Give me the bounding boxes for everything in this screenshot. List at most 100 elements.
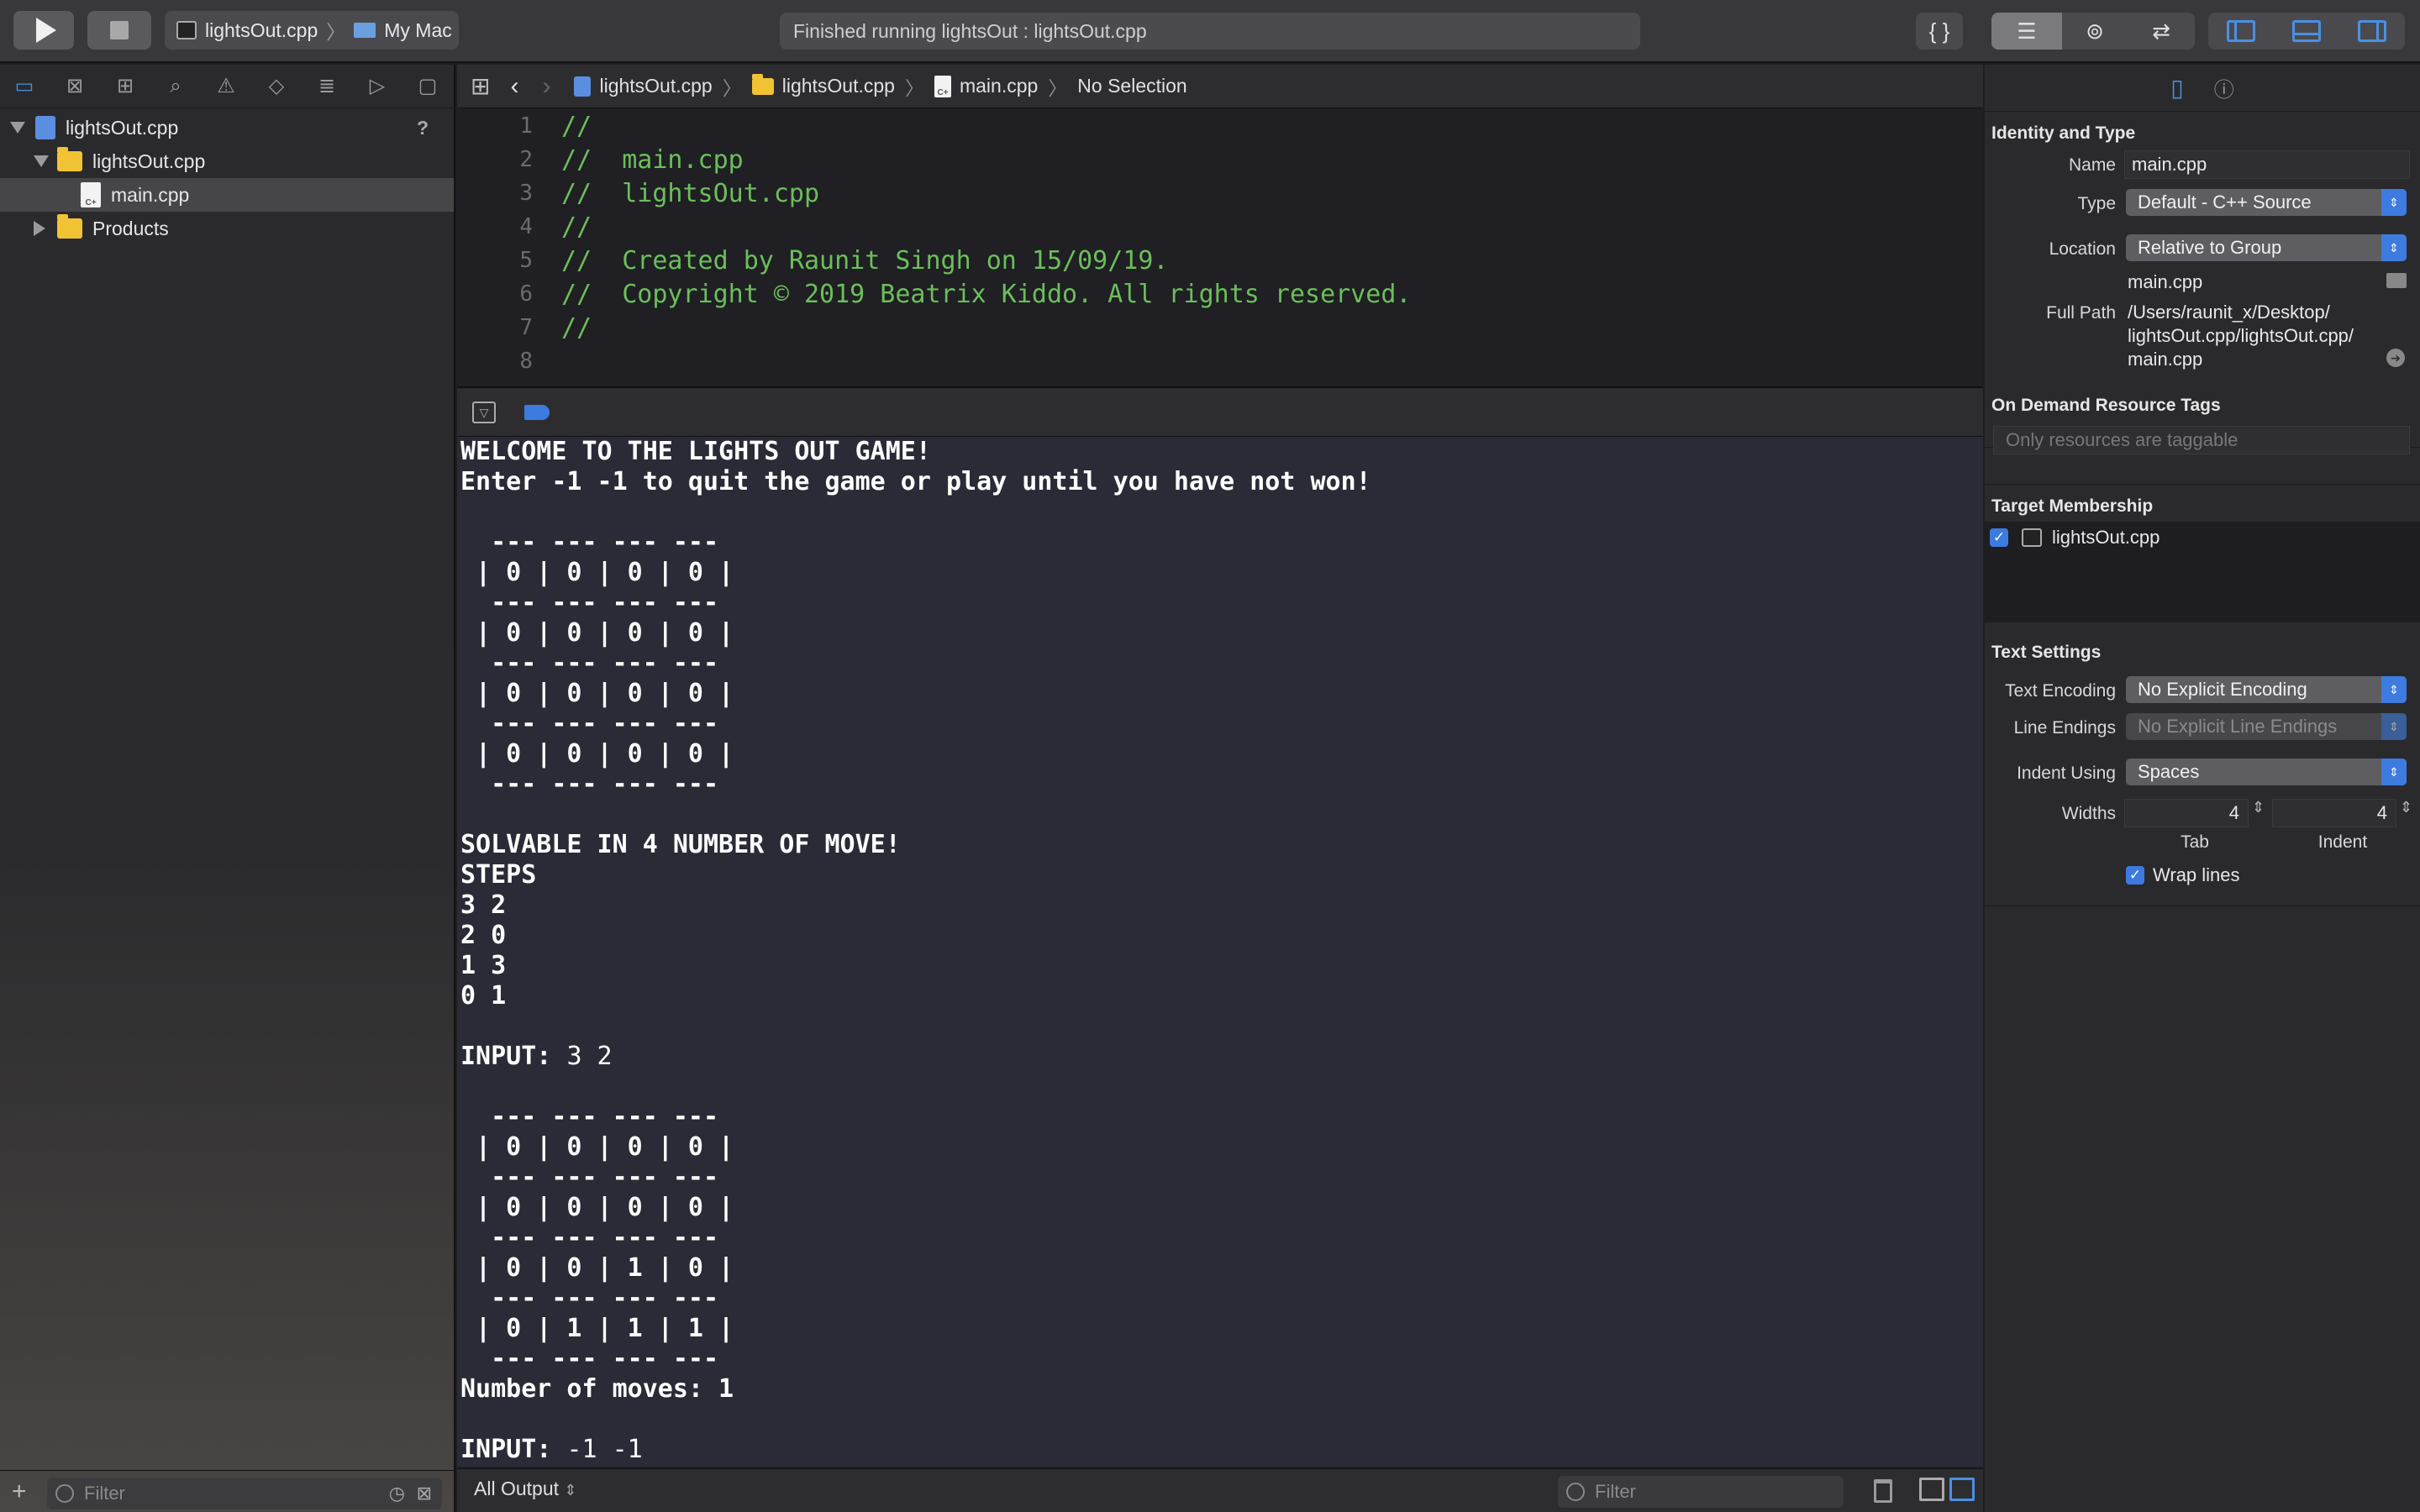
disclosure-down-icon[interactable] <box>34 155 49 167</box>
indent-width-stepper[interactable]: ⇕ <box>2400 799 2412 816</box>
tree-item-main-cpp[interactable]: C+ main.cpp <box>0 178 454 212</box>
breadcrumb-project[interactable]: lightsOut.cpp <box>574 75 713 97</box>
debug-icon[interactable]: ≣ <box>314 74 339 99</box>
hide-debug-area-icon[interactable]: ▽ <box>472 402 496 423</box>
widths-label: Widths <box>2061 804 2116 823</box>
console-text: --- --- --- --- <box>460 528 719 557</box>
line-endings-popup[interactable]: No Explicit Line Endings ⇕ <box>2126 713 2407 740</box>
breakpoint-icon[interactable]: ▷ <box>365 74 390 99</box>
clock-icon[interactable]: ◷ <box>389 1483 405 1504</box>
breadcrumb-symbol[interactable]: No Selection <box>1077 75 1186 97</box>
indent-caption: Indent <box>2317 832 2368 852</box>
scheme-target: lightsOut.cpp <box>205 18 318 41</box>
symbol-icon[interactable]: ⊞ <box>113 74 138 99</box>
tree-item-label: lightsOut.cpp <box>92 150 206 172</box>
version-editor-button[interactable]: ⇄ <box>2128 13 2195 50</box>
breakpoints-toggle-icon[interactable] <box>524 405 550 420</box>
console-line: 2 0 <box>460 921 1983 951</box>
stop-button[interactable] <box>87 11 151 50</box>
encoding-popup[interactable]: No Explicit Encoding ⇕ <box>2126 676 2407 703</box>
show-variables-view-icon[interactable] <box>1919 1478 1944 1501</box>
tab-width-value: 4 <box>2228 802 2239 823</box>
toggle-navigator-button[interactable] <box>2208 13 2274 50</box>
console-line: INPUT: 3 2 <box>460 1042 1983 1072</box>
indent-using-popup[interactable]: Spaces ⇕ <box>2126 759 2407 785</box>
standard-editor-button[interactable]: ☰ <box>1991 13 2062 50</box>
console-text: | 0 | 0 | 0 | 0 | <box>460 679 734 708</box>
code-comment: // <box>561 212 592 242</box>
forward-arrow-icon[interactable]: › <box>542 72 550 101</box>
tree-item-project[interactable]: lightsOut.cpp ? <box>0 111 454 144</box>
wrap-lines-label: Wrap lines <box>2153 864 2240 885</box>
type-popup[interactable]: Default - C++ Source ⇕ <box>2126 189 2407 216</box>
target-name: lightsOut.cpp <box>2052 527 2160 548</box>
location-file: main.cpp <box>2128 271 2203 292</box>
activity-view: Finished running lightsOut : lightsOut.c… <box>780 13 1640 50</box>
up-down-chevron-icon: ⇕ <box>564 1482 577 1499</box>
issue-icon[interactable]: ⚠ <box>213 74 239 99</box>
tags-field[interactable]: Only resources are taggable <box>1993 426 2410 454</box>
tree-item-group[interactable]: lightsOut.cpp <box>0 144 454 178</box>
console-filter-input[interactable]: Filter <box>1558 1476 1844 1508</box>
folder-icon[interactable] <box>2386 273 2407 288</box>
folder-icon[interactable]: ▭ <box>12 74 37 99</box>
tab-width-field[interactable]: 4 <box>2124 799 2249 827</box>
console-line: --- --- --- --- <box>460 1163 1983 1193</box>
scheme-selector[interactable]: lightsOut.cpp 〉 My Mac <box>165 11 459 50</box>
location-popup[interactable]: Relative to Group ⇕ <box>2126 234 2407 261</box>
run-button[interactable] <box>13 11 74 50</box>
reveal-arrow-icon[interactable]: ➔ <box>2386 349 2405 367</box>
console-text: | 0 | 0 | 0 | 0 | <box>460 739 734 769</box>
up-down-chevron-icon: ⇕ <box>2381 759 2407 785</box>
source-control-icon[interactable]: ⊠ <box>62 74 87 99</box>
console-text: WELCOME TO THE LIGHTS OUT GAME! <box>460 437 931 466</box>
console-input-value: 3 2 <box>566 1042 613 1071</box>
library-button[interactable]: { } <box>1916 13 1963 50</box>
find-icon[interactable]: ⌕ <box>163 74 188 99</box>
breadcrumb-group[interactable]: lightsOut.cpp <box>751 73 895 97</box>
console-text: --- --- --- --- <box>460 1223 719 1252</box>
wrap-lines-checkbox[interactable]: ✓ <box>2126 866 2144 885</box>
console-line: 1 3 <box>460 951 1983 981</box>
console-line: SOLVABLE IN 4 NUMBER OF MOVE! <box>460 830 1983 860</box>
line-endings-value: No Explicit Line Endings <box>2138 716 2338 737</box>
related-items-icon[interactable]: ⊞ <box>471 72 490 100</box>
show-console-icon[interactable] <box>1949 1478 1975 1501</box>
back-arrow-icon[interactable]: ‹ <box>510 72 518 101</box>
indent-using-value: Spaces <box>2138 761 2200 782</box>
tree-item-products[interactable]: Products <box>0 212 454 245</box>
scope-icon[interactable]: ⊠ <box>417 1483 432 1504</box>
output-selector[interactable]: All Output ⇕ <box>474 1478 576 1500</box>
target-checkbox[interactable]: ✓ <box>1990 528 2008 547</box>
line-number: 8 <box>519 349 533 374</box>
toggle-debug-area-button[interactable] <box>2274 13 2339 50</box>
indent-width-field[interactable]: 4 <box>2272 799 2396 827</box>
name-field[interactable]: main.cpp <box>2124 150 2410 179</box>
console-output[interactable]: WELCOME TO THE LIGHTS OUT GAME! Enter -1 … <box>457 437 1983 1467</box>
breadcrumb-file[interactable]: C+ main.cpp <box>934 75 1038 97</box>
toggle-inspector-button[interactable] <box>2339 13 2405 50</box>
console-input-value: -1 -1 <box>566 1435 643 1464</box>
test-icon[interactable]: ◇ <box>264 74 289 99</box>
trash-icon[interactable] <box>1874 1479 1892 1503</box>
source-editor[interactable]: 1 // 2 // main.cpp 3 // lightsOut.cpp 4 // 5… <box>457 109 1983 386</box>
toolbar: lightsOut.cpp 〉 My Mac Finished running … <box>0 0 2420 63</box>
console-line: --- --- --- --- <box>460 1344 1983 1374</box>
text-settings-section: Text Settings Text Encoding No Explicit … <box>1985 622 2420 906</box>
console-text: 2 0 <box>460 921 507 950</box>
assistant-editor-button[interactable]: ⊚ <box>2062 13 2128 50</box>
filter-placeholder: Filter <box>84 1483 125 1504</box>
quick-help-icon[interactable]: ⓘ <box>2214 73 2234 102</box>
add-icon[interactable]: + <box>12 1478 27 1506</box>
navigator-filter-input[interactable]: Filter ◷ ⊠ <box>47 1478 442 1509</box>
code-line: 2 // main.cpp <box>457 143 743 176</box>
report-icon[interactable]: ▢ <box>415 74 440 99</box>
file-inspector-icon[interactable]: ▯ <box>2170 74 2183 102</box>
tab-width-stepper[interactable]: ⇕ <box>2252 799 2265 816</box>
project-icon <box>574 76 592 97</box>
disclosure-right-icon[interactable] <box>34 221 45 236</box>
disclosure-down-icon[interactable] <box>10 122 25 134</box>
